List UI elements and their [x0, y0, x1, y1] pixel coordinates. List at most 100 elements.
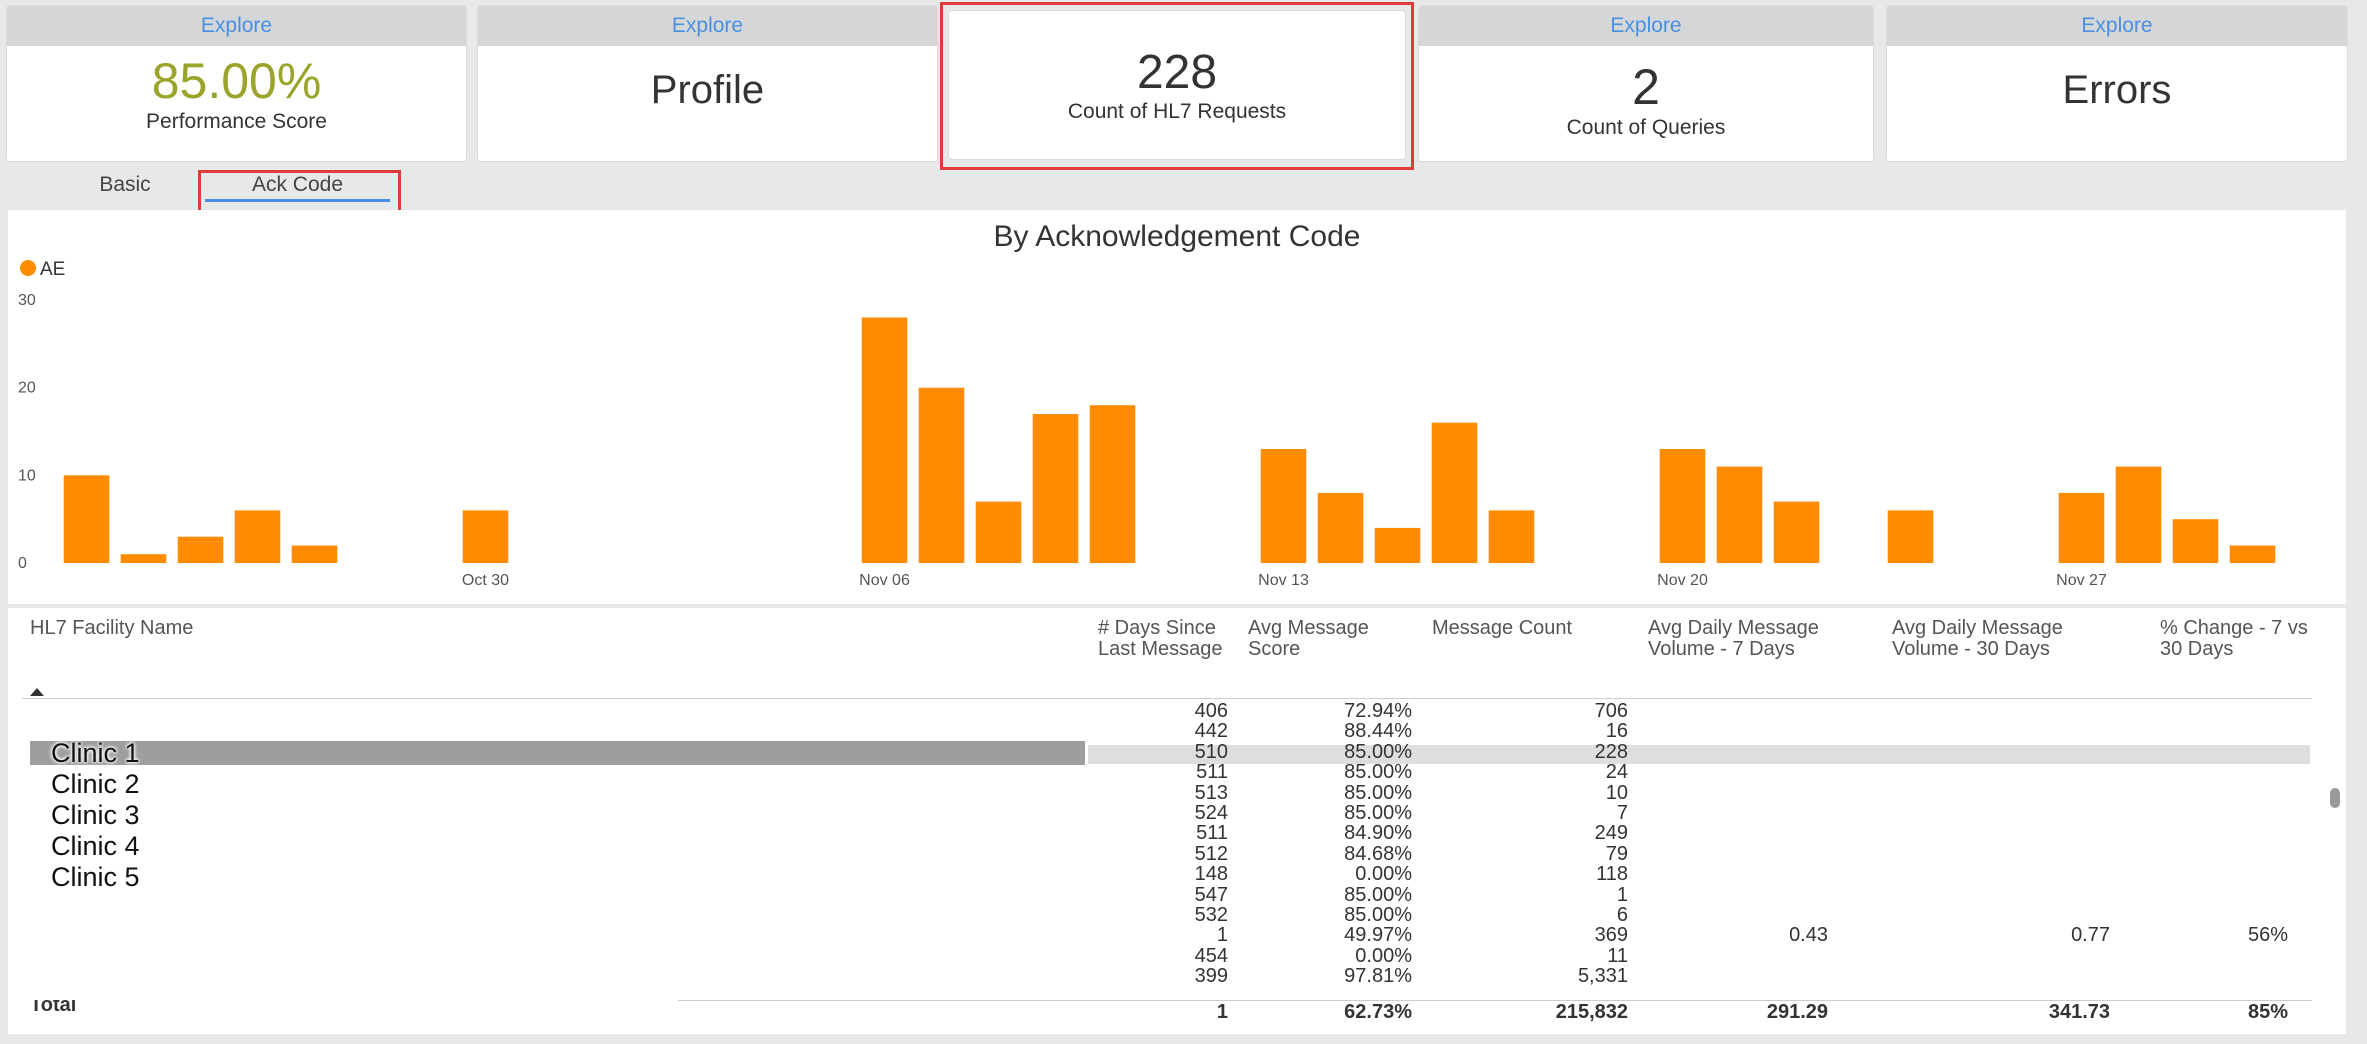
y-tick-label: 30 — [18, 292, 36, 309]
total-days-since-cell: 1 — [1216, 1001, 1228, 1023]
days-since-cell: 524 — [1194, 802, 1228, 824]
total-pct-change-cell: 85% — [2247, 1001, 2288, 1023]
avg-score-cell: 85.00% — [1344, 802, 1412, 824]
message-count-cell: 7 — [1616, 802, 1628, 824]
sort-ascending-icon[interactable] — [30, 688, 44, 696]
message-count-cell: 6 — [1616, 904, 1628, 926]
chart-bar — [1887, 510, 1934, 563]
chart-bar — [1374, 527, 1421, 563]
avg-score-cell: 49.97% — [1344, 924, 1412, 947]
y-tick-label: 10 — [18, 467, 36, 484]
total-message-count-cell: 215,832 — [1555, 1001, 1628, 1023]
avg-score-cell: 85.00% — [1344, 761, 1412, 784]
performance-score-label: Performance Score — [146, 110, 327, 133]
message-count-cell: 79 — [1605, 842, 1628, 865]
chart-bar — [1431, 422, 1478, 563]
queries-card: Explore 2 Count of Queries — [1418, 5, 1874, 162]
avg-7-days-cell: 0.43 — [1789, 924, 1828, 947]
explore-link[interactable]: Explore — [1887, 6, 2347, 46]
ack-code-chart: By Acknowledgement Code AE 0 10 20 30 Oct 30 No… — [8, 210, 2346, 604]
pct-change-cell: 56% — [2247, 924, 2288, 947]
chart-bar — [1716, 466, 1763, 563]
days-since-cell: 510 — [1194, 740, 1228, 763]
queries-label: Count of Queries — [1566, 116, 1726, 139]
message-count-cell: 1 — [1616, 883, 1628, 906]
profile-card: Explore Profile — [477, 5, 938, 162]
message-count-cell: 24 — [1605, 761, 1628, 784]
total-label: Total — [30, 1000, 77, 1014]
chart-bar — [918, 387, 965, 563]
message-count-cell: 10 — [1605, 781, 1628, 804]
chart-bar — [2172, 519, 2219, 563]
days-since-cell: 399 — [1194, 965, 1228, 988]
message-count-cell: 16 — [1605, 720, 1628, 743]
header-message-count[interactable]: Message Count — [1432, 618, 1632, 639]
avg-score-cell: 72.94% — [1344, 700, 1412, 722]
legend-label: AE — [40, 259, 65, 280]
avg-score-cell: 85.00% — [1344, 781, 1412, 804]
performance-score-value: 85.00% — [151, 53, 322, 109]
days-since-cell: 148 — [1194, 863, 1228, 886]
performance-score-card: Explore 85.00% Performance Score — [6, 5, 467, 162]
y-tick-label: 20 — [18, 380, 36, 397]
header-divider — [22, 698, 2312, 699]
facility-item[interactable]: Clinic 4 — [51, 831, 140, 861]
x-tick-label: Nov 13 — [1258, 572, 1309, 589]
message-count-cell: 706 — [1594, 700, 1628, 722]
explore-link[interactable]: Explore — [7, 6, 466, 46]
legend-swatch — [20, 260, 36, 276]
days-since-cell: 511 — [1196, 822, 1228, 845]
total-avg-7-days-cell: 291.29 — [1766, 1001, 1828, 1023]
facility-selected-bar — [30, 741, 1085, 765]
chart-bar — [63, 475, 110, 563]
header-avg-7-days[interactable]: Avg Daily Message Volume - 7 Days — [1648, 618, 1888, 660]
days-since-cell: 511 — [1196, 761, 1228, 784]
explore-link[interactable]: Explore — [1419, 6, 1873, 46]
x-tick-label: Nov 27 — [2056, 572, 2107, 589]
chart-bar — [177, 536, 224, 563]
avg-score-cell: 84.68% — [1344, 842, 1412, 865]
avg-score-cell: 88.44% — [1344, 720, 1412, 743]
ack-code-tab-highlight — [198, 170, 401, 215]
x-tick-label: Nov 06 — [859, 572, 910, 589]
header-pct-change[interactable]: % Change - 7 vs 30 Days — [2160, 618, 2320, 660]
explore-link[interactable]: Explore — [478, 6, 937, 46]
hl7-card-highlight — [940, 2, 1414, 170]
avg-score-cell: 85.00% — [1344, 883, 1412, 906]
chart-bar — [1659, 449, 1706, 563]
facility-item[interactable]: Clinic 2 — [51, 769, 140, 799]
chart-svg: By Acknowledgement Code AE 0 10 20 30 Oct 30 No… — [18, 220, 2276, 589]
errors-title: Errors — [2062, 68, 2172, 112]
header-days-since[interactable]: # Days Since Last Message — [1098, 618, 1233, 660]
message-count-cell: 118 — [1596, 863, 1628, 886]
chart-bar — [861, 317, 908, 563]
selected-row-highlight — [1088, 745, 2310, 764]
y-tick-label: 0 — [18, 555, 27, 572]
days-since-cell: 442 — [1194, 720, 1228, 743]
chart-bar — [1032, 414, 1079, 563]
avg-score-cell: 85.00% — [1344, 904, 1412, 926]
chart-title: By Acknowledgement Code — [994, 220, 1361, 253]
facility-item[interactable]: Clinic 5 — [51, 862, 140, 892]
message-count-cell: 369 — [1594, 924, 1628, 947]
header-avg-30-days[interactable]: Avg Daily Message Volume - 30 Days — [1892, 618, 2132, 660]
avg-score-cell: 85.00% — [1344, 740, 1412, 763]
chart-bar — [1488, 510, 1535, 563]
table-scrollbar[interactable] — [2330, 788, 2340, 808]
avg-score-cell: 0.00% — [1355, 944, 1412, 967]
header-avg-score[interactable]: Avg Message Score — [1248, 618, 1418, 660]
message-count-cell: 228 — [1594, 740, 1628, 763]
message-count-cell: 5,331 — [1577, 965, 1628, 988]
days-since-cell: 406 — [1194, 700, 1228, 722]
chart-bar — [2229, 545, 2276, 563]
days-since-cell: 547 — [1194, 883, 1228, 906]
profile-title: Profile — [650, 68, 765, 112]
days-since-cell: 512 — [1194, 842, 1228, 865]
facility-item[interactable]: Clinic 1 — [51, 738, 140, 768]
total-avg-30-days-cell: 341.73 — [2048, 1001, 2110, 1023]
tab-basic[interactable]: Basic — [70, 173, 180, 197]
facility-item[interactable]: Clinic 3 — [51, 800, 140, 830]
x-tick-label: Oct 30 — [462, 572, 509, 589]
avg-score-cell: 0.00% — [1355, 863, 1412, 886]
header-facility-name[interactable]: HL7 Facility Name — [30, 618, 530, 639]
